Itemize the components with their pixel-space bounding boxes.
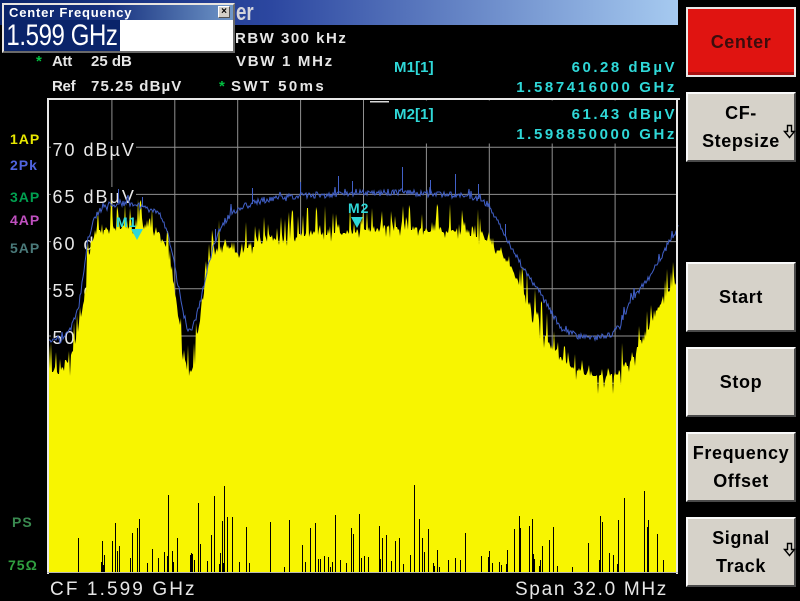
svg-text:M2: M2 xyxy=(348,200,369,216)
svg-text:70 dBµV: 70 dBµV xyxy=(53,140,136,160)
svg-text:M1: M1 xyxy=(116,214,137,230)
